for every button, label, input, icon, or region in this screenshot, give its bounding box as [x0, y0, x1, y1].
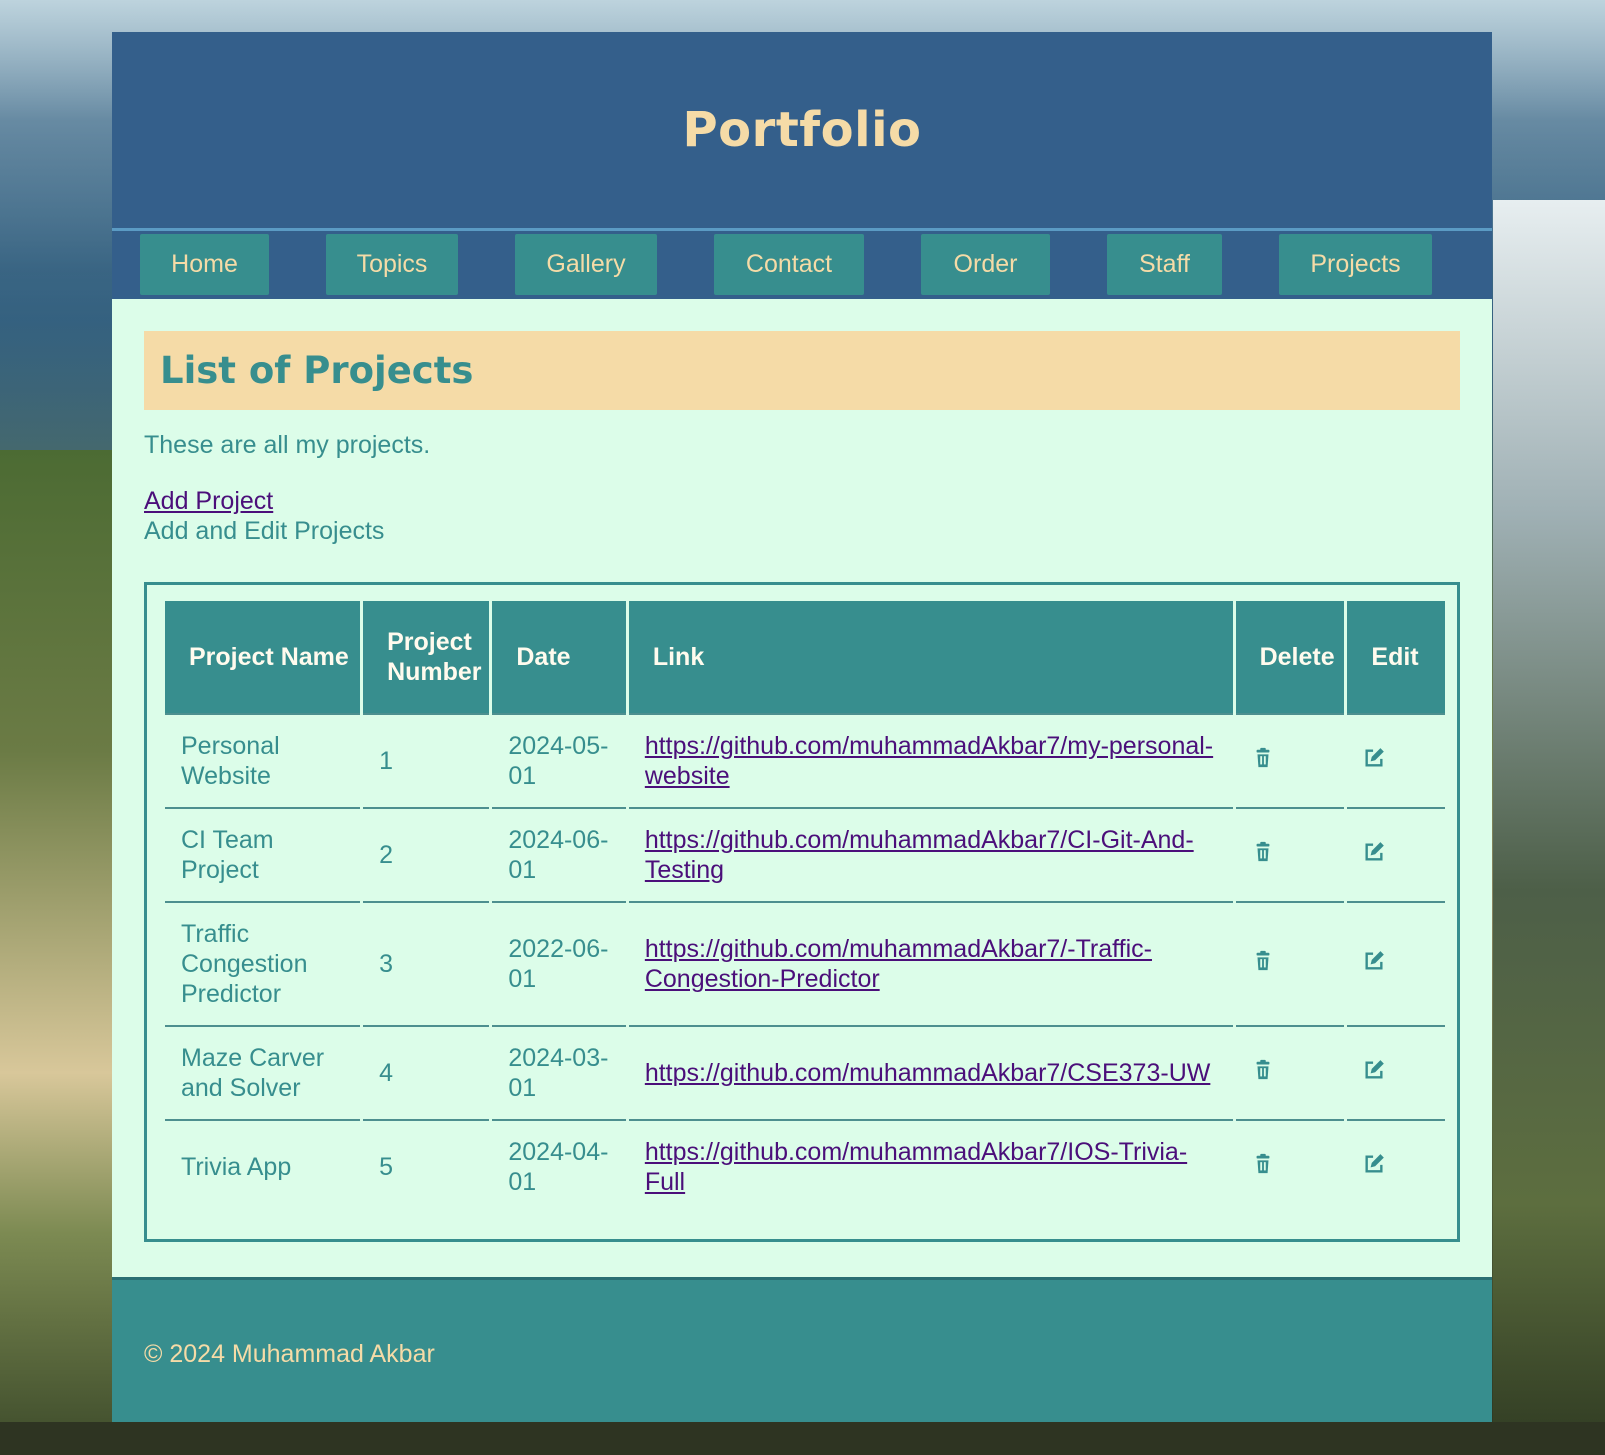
trash-icon[interactable]: [1252, 1152, 1274, 1174]
nav-item-staff[interactable]: Staff: [1107, 234, 1222, 295]
cell-edit: [1347, 901, 1445, 1025]
cell-link: https://github.com/muhammadAkbar7/CI-Git…: [628, 807, 1233, 901]
trash-icon[interactable]: [1252, 840, 1274, 862]
main-content: List of Projects These are all my projec…: [112, 299, 1492, 1279]
nav-item-projects[interactable]: Projects: [1279, 234, 1432, 295]
cell-project-number: 3: [363, 901, 490, 1025]
cell-project-name: Traffic Congestion Predictor: [165, 901, 361, 1025]
trash-icon[interactable]: [1252, 1058, 1274, 1080]
cell-project-name: CI Team Project: [165, 807, 361, 901]
add-project-link[interactable]: Add Project: [144, 487, 273, 516]
edit-icon[interactable]: [1363, 1152, 1385, 1174]
table-row: Traffic Congestion Predictor 3 2022-06-01 h…: [165, 901, 1445, 1025]
cell-date: 2022-06-01: [492, 901, 626, 1025]
site-title: Portfolio: [682, 102, 922, 158]
cell-project-name: Trivia App: [165, 1119, 361, 1213]
nav-item-order[interactable]: Order: [921, 234, 1050, 295]
nav-item-contact[interactable]: Contact: [714, 234, 864, 295]
cell-link: https://github.com/muhammadAkbar7/IOS-Tr…: [628, 1119, 1233, 1213]
header-date: Date: [492, 601, 626, 713]
main-nav: Home Topics Gallery Contact Order Staff …: [112, 228, 1492, 299]
project-link[interactable]: https://github.com/muhammadAkbar7/my-per…: [645, 732, 1213, 790]
cell-project-name: Maze Carver and Solver: [165, 1025, 361, 1119]
cell-project-number: 4: [363, 1025, 490, 1119]
cell-delete: [1235, 901, 1345, 1025]
cell-edit: [1347, 713, 1445, 807]
trash-icon[interactable]: [1252, 949, 1274, 971]
header-project-number: Project Number: [363, 601, 490, 713]
cell-edit: [1347, 807, 1445, 901]
cell-link: https://github.com/muhammadAkbar7/my-per…: [628, 713, 1233, 807]
footer-copyright: © 2024 Muhammad Akbar: [144, 1340, 435, 1368]
site-footer: © 2024 Muhammad Akbar: [112, 1277, 1492, 1422]
table-row: Personal Website 1 2024-05-01 https://githu…: [165, 713, 1445, 807]
cell-date: 2024-06-01: [492, 807, 626, 901]
cell-delete: [1235, 713, 1345, 807]
cell-project-name: Personal Website: [165, 713, 361, 807]
projects-table-frame: Project Name Project Number Date Link De…: [144, 582, 1460, 1242]
edit-icon[interactable]: [1363, 840, 1385, 862]
background-cliff-right: [1493, 200, 1605, 1455]
cell-delete: [1235, 1119, 1345, 1213]
cell-project-number: 5: [363, 1119, 490, 1213]
background-cliff-left: [0, 450, 112, 1455]
cell-edit: [1347, 1025, 1445, 1119]
project-link[interactable]: https://github.com/muhammadAkbar7/-Traff…: [645, 935, 1152, 993]
heading-band: List of Projects: [144, 331, 1460, 410]
header-delete: Delete: [1235, 601, 1345, 713]
cell-project-number: 2: [363, 807, 490, 901]
header-link: Link: [628, 601, 1233, 713]
intro-text: These are all my projects.: [144, 431, 431, 459]
header-project-name: Project Name: [165, 601, 361, 713]
nav-item-home[interactable]: Home: [140, 234, 269, 295]
cell-delete: [1235, 1025, 1345, 1119]
page-container: Portfolio Home Topics Gallery Contact Or…: [112, 32, 1492, 1422]
project-link[interactable]: https://github.com/muhammadAkbar7/IOS-Tr…: [645, 1138, 1187, 1196]
project-link[interactable]: https://github.com/muhammadAkbar7/CSE373…: [645, 1059, 1211, 1087]
cell-link: https://github.com/muhammadAkbar7/-Traff…: [628, 901, 1233, 1025]
table-row: CI Team Project 2 2024-06-01 https://github…: [165, 807, 1445, 901]
cell-link: https://github.com/muhammadAkbar7/CSE373…: [628, 1025, 1233, 1119]
nav-item-gallery[interactable]: Gallery: [515, 234, 657, 295]
project-link[interactable]: https://github.com/muhammadAkbar7/CI-Git…: [645, 826, 1194, 884]
cell-date: 2024-04-01: [492, 1119, 626, 1213]
header-edit: Edit: [1347, 601, 1445, 713]
table-header-row: Project Name Project Number Date Link De…: [165, 601, 1445, 713]
edit-icon[interactable]: [1363, 746, 1385, 768]
edit-icon[interactable]: [1363, 1058, 1385, 1080]
table-row: Trivia App 5 2024-04-01 https://github.com/…: [165, 1119, 1445, 1213]
table-row: Maze Carver and Solver 4 2024-03-01 https:/…: [165, 1025, 1445, 1119]
cell-edit: [1347, 1119, 1445, 1213]
cell-delete: [1235, 807, 1345, 901]
nav-item-topics[interactable]: Topics: [326, 234, 458, 295]
cell-date: 2024-03-01: [492, 1025, 626, 1119]
page-title: List of Projects: [160, 349, 474, 392]
background-bottom: [0, 1422, 1605, 1455]
projects-table: Project Name Project Number Date Link De…: [162, 601, 1448, 1213]
cell-date: 2024-05-01: [492, 713, 626, 807]
cell-project-number: 1: [363, 713, 490, 807]
subtitle-text: Add and Edit Projects: [144, 517, 385, 545]
edit-icon[interactable]: [1363, 949, 1385, 971]
trash-icon[interactable]: [1252, 746, 1274, 768]
site-header: Portfolio: [112, 32, 1492, 228]
